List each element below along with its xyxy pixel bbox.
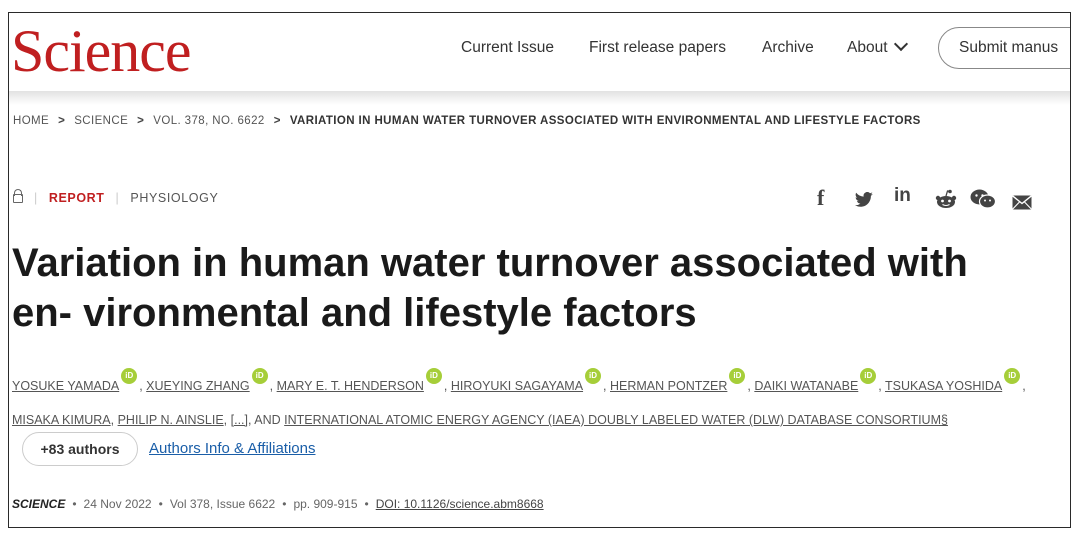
author-link[interactable]: HERMAN PONTZER bbox=[610, 379, 727, 393]
author-link[interactable]: PHILIP N. AINSLIE bbox=[118, 413, 224, 427]
article-type: REPORT bbox=[48, 191, 105, 205]
article-subject[interactable]: PHYSIOLOGY bbox=[130, 191, 218, 205]
nav-current-issue[interactable]: Current Issue bbox=[461, 39, 554, 57]
citation-journal: SCIENCE bbox=[12, 497, 66, 511]
article-title: Variation in human water turnover associ… bbox=[12, 241, 968, 335]
nav-archive[interactable]: Archive bbox=[762, 39, 814, 57]
nav-about-menu[interactable]: About bbox=[847, 36, 908, 57]
citation-separator: • bbox=[364, 497, 369, 511]
orcid-icon[interactable]: iD bbox=[251, 368, 268, 384]
author-list: YOSUKE YAMADAiD, XUEYING ZHANGiD, MARY E… bbox=[12, 368, 1062, 437]
divider: | bbox=[34, 191, 38, 205]
twitter-icon[interactable] bbox=[854, 191, 874, 214]
submit-manuscript-button[interactable]: Submit manus bbox=[938, 27, 1070, 69]
author-link[interactable]: MISAKA KIMURA bbox=[12, 413, 111, 427]
page-frame: Science Current Issue First release pape… bbox=[8, 12, 1071, 528]
linkedin-icon[interactable]: in bbox=[894, 185, 911, 207]
consortium-link[interactable]: INTERNATIONAL ATOMIC ENERGY AGENCY (IAEA… bbox=[284, 413, 948, 427]
breadcrumb-separator-icon: > bbox=[137, 115, 145, 127]
orcid-icon[interactable]: iD bbox=[121, 368, 138, 384]
citation-pages: pp. 909-915 bbox=[293, 497, 358, 511]
science-logo[interactable]: Science bbox=[11, 21, 192, 81]
nav-about-label: About bbox=[847, 39, 888, 56]
author-link[interactable]: DAIKI WATANABE bbox=[754, 379, 858, 393]
lock-icon bbox=[13, 189, 23, 203]
and-text: AND bbox=[254, 413, 281, 427]
citation-line: SCIENCE • 24 Nov 2022 • Vol 378, Issue 6622 •… bbox=[12, 497, 544, 511]
author-link[interactable]: YOSUKE YAMADA bbox=[12, 379, 119, 393]
nav-first-release-papers[interactable]: First release papers bbox=[589, 39, 726, 57]
wechat-icon[interactable] bbox=[970, 189, 997, 215]
breadcrumb-home[interactable]: HOME bbox=[13, 115, 49, 127]
breadcrumb: HOME > SCIENCE > VOL. 378, NO. 6622 > VARIATIO… bbox=[13, 115, 921, 127]
citation-separator: • bbox=[158, 497, 163, 511]
citation-volume[interactable]: Vol 378, Issue 6622 bbox=[170, 497, 275, 511]
top-navigation: Science Current Issue First release pape… bbox=[9, 13, 1070, 91]
citation-date: 24 Nov 2022 bbox=[83, 497, 152, 511]
authors-info-affiliations-link[interactable]: Authors Info & Affiliations bbox=[149, 440, 316, 457]
citation-separator: • bbox=[282, 497, 287, 511]
show-all-authors-ellipsis[interactable]: [...] bbox=[231, 413, 248, 427]
orcid-icon[interactable]: iD bbox=[729, 368, 746, 384]
author-link[interactable]: XUEYING ZHANG bbox=[146, 379, 250, 393]
article-meta-row: | REPORT | PHYSIOLOGY bbox=[13, 189, 218, 205]
email-icon[interactable] bbox=[1012, 193, 1032, 216]
orcid-icon[interactable]: iD bbox=[585, 368, 602, 384]
author-link[interactable]: HIROYUKI SAGAYAMA bbox=[451, 379, 583, 393]
breadcrumb-separator-icon: > bbox=[273, 115, 281, 127]
facebook-icon[interactable]: f bbox=[817, 185, 824, 211]
author-link[interactable]: MARY E. T. HENDERSON bbox=[277, 379, 424, 393]
more-authors-button[interactable]: +83 authors bbox=[22, 432, 138, 466]
breadcrumb-current: VARIATION IN HUMAN WATER TURNOVER ASSOCI… bbox=[289, 115, 921, 127]
orcid-icon[interactable]: iD bbox=[860, 368, 877, 384]
header-shadow bbox=[9, 91, 1070, 105]
breadcrumb-science[interactable]: SCIENCE bbox=[74, 115, 128, 127]
breadcrumb-volume[interactable]: VOL. 378, NO. 6622 bbox=[153, 115, 264, 127]
chevron-down-icon bbox=[893, 36, 908, 52]
citation-separator: • bbox=[72, 497, 77, 511]
reddit-icon[interactable] bbox=[934, 189, 958, 215]
orcid-icon[interactable]: iD bbox=[425, 368, 442, 384]
author-link[interactable]: TSUKASA YOSHIDA bbox=[885, 379, 1002, 393]
orcid-icon[interactable]: iD bbox=[1004, 368, 1021, 384]
doi-link[interactable]: DOI: 10.1126/science.abm8668 bbox=[376, 497, 544, 511]
breadcrumb-separator-icon: > bbox=[58, 115, 66, 127]
divider: | bbox=[115, 191, 120, 205]
